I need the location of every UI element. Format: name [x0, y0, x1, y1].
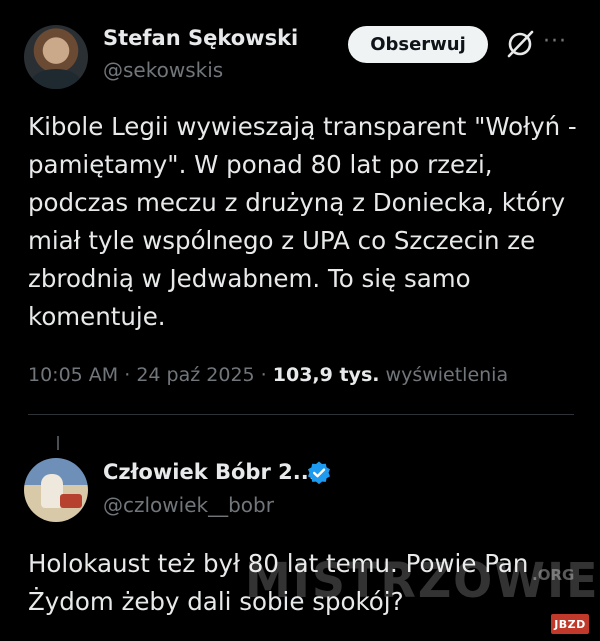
more-options-icon[interactable]: ···: [543, 31, 573, 53]
follow-button[interactable]: Obserwuj: [348, 26, 488, 63]
grok-icon[interactable]: [503, 27, 537, 61]
meta-separator: ·: [124, 364, 131, 386]
verified-badge-icon: [308, 461, 330, 485]
author-avatar[interactable]: [24, 25, 88, 89]
reply-author-name[interactable]: Człowiek Bóbr 2...: [103, 460, 317, 484]
reply-author-avatar[interactable]: [24, 458, 88, 522]
jbzd-badge: JBZD: [551, 614, 589, 634]
views-label: wyświetlenia: [385, 364, 509, 386]
watermark-domain: .ORG: [532, 566, 575, 584]
tweet-meta: 10:05 AM · 24 paź 2025 · 103,9 tys. wyśw…: [28, 364, 508, 386]
thread-line: [57, 436, 59, 450]
tweet-time[interactable]: 10:05 AM: [28, 364, 118, 386]
reply-author-handle[interactable]: @czlowiek__bobr: [103, 493, 274, 517]
tweet-text: Kibole Legii wywieszają transparent "Woł…: [28, 112, 577, 331]
author-name[interactable]: Stefan Sękowski: [103, 26, 298, 50]
tweet-date[interactable]: 24 paź 2025: [136, 364, 254, 386]
divider: [28, 414, 574, 415]
meta-separator: ·: [260, 364, 267, 386]
views-count: 103,9 tys.: [272, 364, 380, 386]
author-handle[interactable]: @sekowskis: [103, 58, 223, 82]
